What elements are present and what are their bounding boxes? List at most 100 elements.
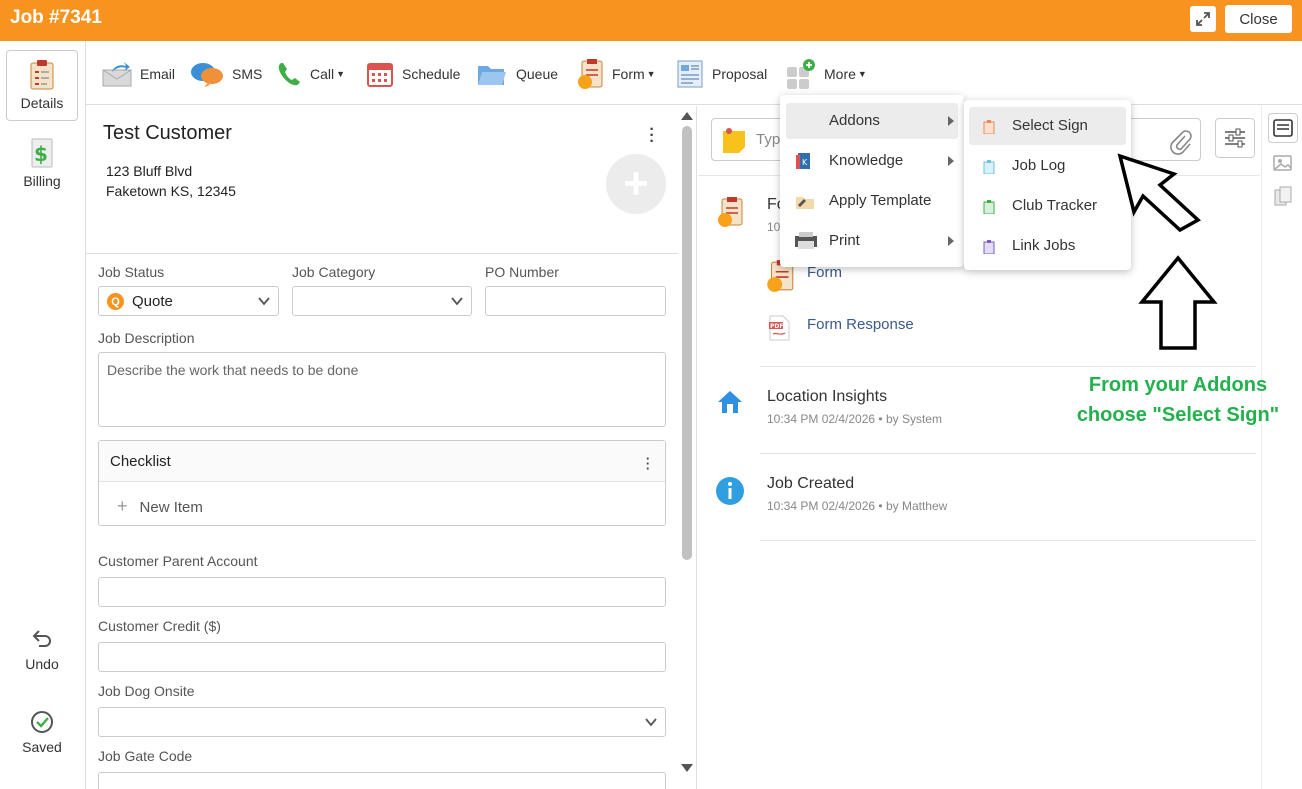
menu-item-label: Link Jobs	[1012, 237, 1076, 254]
add-icon: +	[117, 496, 128, 516]
customer-menu-icon[interactable]: · · ·	[647, 122, 657, 150]
image-icon	[1273, 155, 1292, 171]
scroll-down-icon[interactable]	[681, 764, 693, 772]
job-description-label: Job Description	[98, 330, 195, 346]
sms-icon	[191, 63, 223, 87]
timeline-form-meta: 10	[767, 220, 781, 234]
scroll-up-icon[interactable]	[681, 112, 693, 120]
email-button[interactable]: Email	[102, 59, 175, 89]
pointer-arrow-icon	[1117, 153, 1201, 232]
expand-button[interactable]	[1190, 6, 1216, 32]
sliders-icon	[1225, 128, 1245, 148]
job-description-input[interactable]: Describe the work that needs to be done	[98, 352, 666, 427]
menu-item-apply-template[interactable]: Apply Template	[786, 183, 958, 219]
checklist-header: Checklist · · ·	[99, 441, 665, 482]
saved-label: Saved	[22, 739, 62, 755]
job-details-pane: Test Customer · · · 123 Bluff Blvd Faketow…	[86, 106, 678, 789]
left-nav: Details $ Billing Undo Saved	[0, 41, 86, 789]
annotation-line2: choose "Select Sign"	[1076, 404, 1280, 426]
home-icon	[718, 391, 742, 413]
po-number-input[interactable]	[485, 286, 666, 316]
sticky-note-icon	[723, 128, 745, 153]
clipboard-icon	[983, 120, 995, 134]
form-icon	[578, 59, 603, 89]
chevron-down-icon	[451, 297, 463, 306]
customer-credit-label: Customer Credit ($)	[98, 618, 221, 634]
proposal-icon	[677, 60, 703, 88]
schedule-label: Schedule	[402, 66, 461, 82]
customer-credit-input[interactable]	[98, 642, 666, 672]
chevron-right-icon	[948, 156, 954, 166]
menu-item-select-sign[interactable]: Select Sign	[969, 107, 1126, 145]
call-button[interactable]: Call ▼	[276, 59, 345, 89]
queue-label: Queue	[516, 66, 559, 82]
menu-item-label: Apply Template	[829, 192, 932, 209]
menu-item-label: Club Tracker	[1012, 197, 1098, 214]
form-label: Form	[612, 66, 645, 82]
customer-parent-account-input[interactable]	[98, 577, 666, 607]
nav-details[interactable]: Details	[6, 50, 78, 121]
sms-label: SMS	[232, 66, 263, 82]
scroll-thumb[interactable]	[682, 126, 692, 560]
checklist-menu-icon[interactable]: · · ·	[643, 452, 653, 475]
nav-billing[interactable]: $ Billing	[6, 137, 78, 189]
more-menu: Addons K Knowledge Apply Template Print	[780, 95, 964, 267]
chevron-right-icon	[948, 236, 954, 246]
more-apps-icon	[787, 59, 815, 89]
expand-icon	[1196, 12, 1210, 26]
printer-icon	[795, 232, 817, 249]
menu-item-club-tracker[interactable]: Club Tracker	[969, 187, 1126, 225]
toolbar: Email SMS Call ▼ Schedule Queue Form ▼ Pro…	[86, 41, 1302, 105]
queue-button[interactable]: Queue	[476, 59, 558, 89]
job-gate-code-input[interactable]	[98, 772, 666, 789]
rail-photos-button[interactable]	[1268, 147, 1298, 177]
quote-badge: Q	[107, 293, 124, 310]
chevron-down-icon	[258, 297, 270, 306]
menu-item-job-log[interactable]: Job Log	[969, 147, 1126, 185]
phone-icon	[278, 63, 300, 86]
filter-button[interactable]	[1215, 118, 1255, 158]
new-item-label: New Item	[139, 499, 203, 516]
proposal-label: Proposal	[712, 66, 768, 82]
job-dog-onsite-label: Job Dog Onsite	[98, 683, 195, 699]
job-dog-onsite-select[interactable]	[98, 707, 666, 737]
saved-status: Saved	[6, 709, 78, 755]
annotation-line1: From your Addons	[1088, 374, 1268, 396]
left-pane-scrollbar[interactable]	[679, 106, 697, 789]
undo-button[interactable]: Undo	[6, 628, 78, 672]
checklist-new-item[interactable]: + New Item	[117, 496, 203, 517]
saved-check-icon	[31, 711, 53, 733]
divider	[760, 453, 1256, 454]
job-category-select[interactable]	[292, 286, 472, 316]
customer-name: Test Customer	[103, 122, 232, 144]
menu-item-print[interactable]: Print	[786, 223, 958, 259]
chevron-down-icon	[645, 718, 657, 727]
proposal-button[interactable]: Proposal	[676, 59, 767, 89]
annotation-text: From your Addons choose "Select Sign"	[1068, 370, 1288, 430]
title-bar: Job #7341 Close	[0, 0, 1302, 41]
menu-item-addons[interactable]: Addons	[786, 103, 958, 139]
menu-item-knowledge[interactable]: K Knowledge	[786, 143, 958, 179]
addons-submenu: Select Sign Job Log Club Tracker Link Jo…	[964, 100, 1131, 270]
more-button[interactable]: More ▼	[786, 59, 867, 89]
address-line2: Faketown KS, 12345	[106, 183, 236, 199]
close-button[interactable]: Close	[1225, 5, 1292, 33]
menu-item-link-jobs[interactable]: Link Jobs	[969, 227, 1126, 265]
job-status-select[interactable]: Q Quote	[98, 286, 279, 316]
menu-item-label: Select Sign	[1012, 117, 1088, 134]
job-gate-code-label: Job Gate Code	[98, 748, 193, 764]
po-number-label: PO Number	[485, 264, 559, 280]
rail-notes-button[interactable]	[1268, 113, 1298, 143]
book-icon: K	[796, 153, 810, 169]
schedule-button[interactable]: Schedule	[366, 59, 460, 89]
svg-text:PDF: PDF	[770, 323, 783, 330]
call-caret-icon: ▼	[336, 69, 346, 79]
nav-details-label: Details	[20, 95, 64, 111]
pdf-icon: PDF	[769, 315, 790, 341]
sms-button[interactable]: SMS	[190, 59, 262, 89]
add-photo-button[interactable]: +	[606, 154, 666, 214]
form-response-link[interactable]: Form Response	[807, 316, 914, 333]
rail-docs-button[interactable]	[1268, 181, 1298, 211]
form-button[interactable]: Form ▼	[576, 59, 656, 89]
clipboard-icon	[983, 240, 995, 254]
